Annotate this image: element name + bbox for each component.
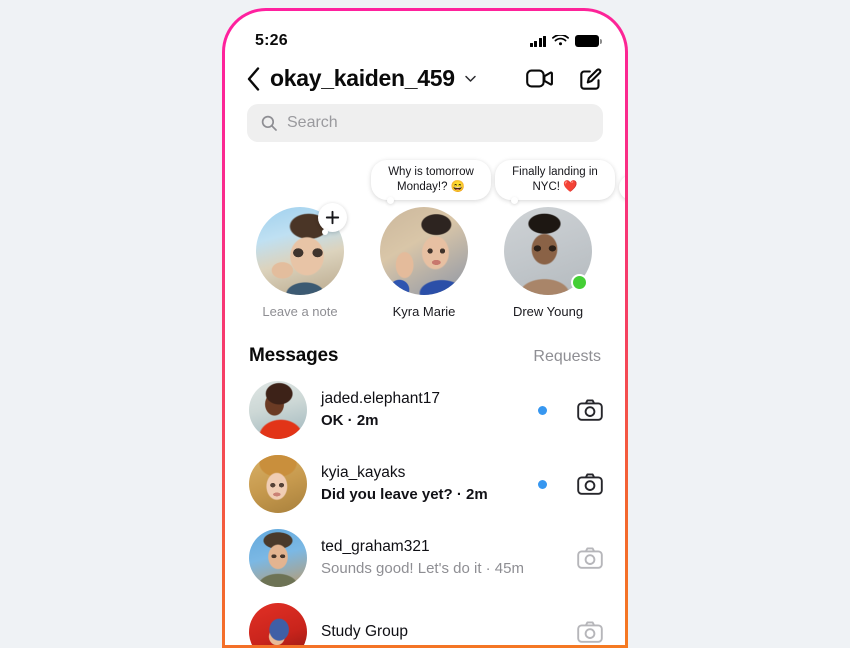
- unread-indicator: [538, 479, 547, 489]
- camera-icon[interactable]: [577, 621, 603, 644]
- conversation-name: kyia_kayaks: [321, 464, 406, 482]
- conversation-row-ted-graham321[interactable]: ted_graham321 Sounds good! Let's do it ·…: [225, 521, 625, 595]
- avatar[interactable]: [249, 529, 307, 588]
- status-bar-icons: [529, 35, 602, 47]
- note-bubble[interactable]: Ga w: [619, 174, 625, 201]
- note-item-drew-young[interactable]: Finally landing in NYC! ❤️ Drew Young: [495, 160, 615, 320]
- notes-row[interactable]: Leave a note Why is tomorrow Monday!? 😄 …: [225, 142, 625, 319]
- avatar-image: [380, 207, 468, 296]
- messages-section-header: Messages Requests: [225, 319, 625, 373]
- status-bar-time: 5:26: [255, 32, 288, 49]
- conversation-preview: Sounds good! Let's do it · 45m: [321, 560, 524, 578]
- note-name: Drew Young: [512, 304, 584, 320]
- search-icon: [261, 115, 277, 131]
- conversation-text: kyia_kayaks Did you leave yet? · 2m: [321, 463, 524, 505]
- conversation-list: jaded.elephant17 OK · 2m kyia_kayaks Did…: [225, 373, 625, 645]
- avatar[interactable]: [249, 603, 307, 645]
- avatar[interactable]: [249, 381, 307, 440]
- wifi-icon: [552, 35, 569, 46]
- note-avatar[interactable]: [256, 203, 347, 296]
- conversation-name: ted_graham321: [321, 538, 430, 556]
- conversation-row-jaded-elephant17[interactable]: jaded.elephant17 OK · 2m: [225, 373, 625, 447]
- note-item-leave-a-note[interactable]: Leave a note: [247, 203, 353, 320]
- conversation-text: jaded.elephant17 OK · 2m: [321, 389, 524, 431]
- note-item-jad[interactable]: Ga w Jad: [619, 174, 625, 320]
- note-bubble[interactable]: Why is tomorrow Monday!? 😄: [371, 160, 491, 205]
- conversation-row-study-group[interactable]: Study Group: [225, 595, 625, 645]
- camera-icon[interactable]: [577, 473, 603, 496]
- note-item-kyra-marie[interactable]: Why is tomorrow Monday!? 😄 Kyra Marie: [371, 160, 491, 320]
- chevron-down-icon[interactable]: [464, 72, 477, 85]
- header-actions: [526, 67, 603, 91]
- battery-icon: [575, 35, 602, 47]
- note-avatar[interactable]: [504, 207, 592, 296]
- status-bar: 5:26: [225, 11, 625, 57]
- conversation-name: Study Group: [321, 622, 409, 640]
- conversation-preview: Did you leave yet? · 2m: [321, 486, 488, 504]
- conversation-text: ted_graham321 Sounds good! Let's do it ·…: [321, 537, 524, 579]
- search-input[interactable]: Search: [247, 104, 603, 142]
- page-title[interactable]: okay_kaiden_459: [270, 65, 455, 92]
- requests-link[interactable]: Requests: [533, 348, 601, 366]
- conversation-preview: OK · 2m: [321, 412, 379, 430]
- note-name: Jad: [619, 304, 625, 319]
- video-camera-icon[interactable]: [526, 68, 553, 89]
- camera-icon[interactable]: [577, 399, 603, 422]
- unread-indicator: [538, 405, 547, 415]
- search-placeholder: Search: [287, 114, 338, 131]
- camera-icon[interactable]: [577, 547, 603, 570]
- conversation-text: Study Group: [321, 622, 524, 643]
- note-avatar[interactable]: [380, 207, 468, 296]
- back-chevron-icon[interactable]: [247, 66, 260, 91]
- unread-indicator: [538, 554, 547, 563]
- note-name: Kyra Marie: [392, 304, 456, 320]
- signal-bars-icon: [529, 35, 546, 47]
- phone-frame: 5:26 okay_kaiden_459 Search Leave a note…: [222, 8, 628, 648]
- search-section: Search: [225, 98, 625, 142]
- note-bubble[interactable]: Finally landing in NYC! ❤️: [495, 160, 615, 205]
- app-header: okay_kaiden_459: [225, 57, 625, 98]
- compose-icon[interactable]: [579, 67, 603, 91]
- messages-title: Messages: [249, 345, 339, 367]
- conversation-row-kyia-kayaks[interactable]: kyia_kayaks Did you leave yet? · 2m: [225, 447, 625, 521]
- note-name: Leave a note: [262, 304, 338, 320]
- conversation-name: jaded.elephant17: [321, 390, 440, 408]
- phone-screen: 5:26 okay_kaiden_459 Search Leave a note…: [225, 11, 625, 645]
- avatar[interactable]: [249, 455, 307, 514]
